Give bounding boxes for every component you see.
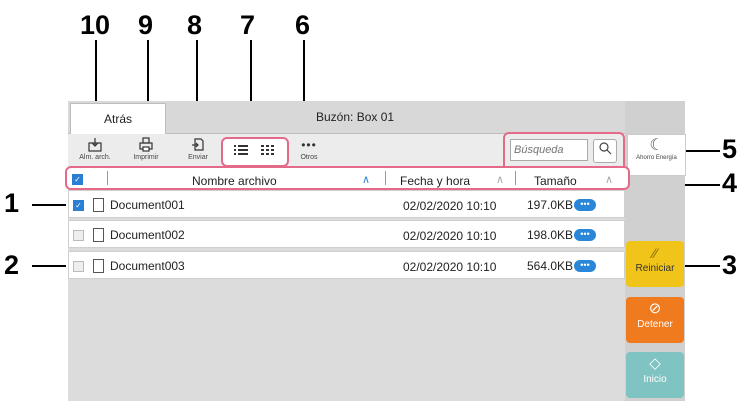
view-toggle-group	[221, 137, 289, 167]
others-label: Otros	[300, 154, 318, 161]
more-options-button[interactable]: •••	[574, 260, 596, 272]
stop-button[interactable]: ⊘ Detener	[626, 297, 684, 343]
header-separator	[515, 171, 516, 185]
more-options-button[interactable]: •••	[574, 229, 596, 241]
file-date: 02/02/2020 10:10	[403, 229, 497, 243]
sort-ascending-icon[interactable]: ∧	[362, 173, 370, 186]
print-button[interactable]: Imprimir	[121, 137, 171, 167]
document-icon	[93, 259, 104, 273]
row-checkbox[interactable]	[73, 230, 84, 241]
callout-9: 9	[138, 10, 154, 40]
back-tab[interactable]: Atrás	[70, 103, 166, 134]
callout-1: 1	[4, 188, 20, 218]
file-size: 564.0KB	[527, 259, 574, 273]
file-name: Document002	[110, 228, 185, 242]
file-size: 197.0KB	[527, 198, 574, 212]
file-date: 02/02/2020 10:10	[403, 199, 497, 213]
stop-icon: ⊘	[648, 300, 662, 317]
callout-4: 4	[722, 168, 738, 198]
column-date-header[interactable]: Fecha y hora	[400, 174, 470, 188]
callout-7: 7	[240, 10, 256, 40]
energy-saver-button[interactable]: ☾ Ahorro Energía	[627, 134, 686, 176]
search-icon	[598, 142, 612, 158]
leader-line-2	[32, 265, 66, 267]
send-button[interactable]: Enviar	[173, 137, 223, 167]
header-separator	[385, 171, 386, 185]
row-checkbox[interactable]	[73, 261, 84, 272]
callout-2: 2	[4, 250, 20, 280]
print-icon	[121, 137, 171, 153]
header-separator	[107, 171, 108, 185]
more-icon: •••	[301, 138, 317, 152]
print-label: Imprimir	[133, 154, 159, 161]
document-icon	[93, 228, 104, 242]
callout-6: 6	[295, 10, 311, 40]
store-file-icon	[70, 137, 120, 153]
table-row[interactable]: Document003 02/02/2020 10:10 564.0KB •••	[68, 251, 625, 279]
table-row[interactable]: ✓ Document001 02/02/2020 10:10 197.0KB •…	[68, 190, 625, 218]
start-icon: ◇	[649, 355, 661, 372]
callout-3: 3	[722, 250, 738, 280]
select-all-checkbox[interactable]: ✓	[72, 174, 83, 185]
start-button[interactable]: ◇ Inicio	[626, 352, 684, 398]
file-date: 02/02/2020 10:10	[403, 260, 497, 274]
callout-10: 10	[80, 10, 111, 40]
sort-date-icon[interactable]: ∧	[496, 173, 504, 186]
send-icon	[173, 137, 223, 153]
callout-8: 8	[187, 10, 203, 40]
column-name-header[interactable]: Nombre archivo	[192, 174, 277, 188]
search-button[interactable]	[593, 139, 617, 163]
box-title: Buzón: Box 01	[316, 110, 395, 124]
send-label: Enviar	[188, 154, 208, 161]
thumbnail-view-icon[interactable]	[258, 143, 278, 161]
file-name: Document001	[110, 198, 185, 212]
row-checkbox[interactable]: ✓	[73, 200, 84, 211]
file-name: Document003	[110, 259, 185, 273]
table-row[interactable]: Document002 02/02/2020 10:10 198.0KB •••	[68, 220, 625, 248]
reset-button[interactable]: ⁄⁄ Reiniciar	[626, 241, 684, 287]
leader-line-1	[32, 204, 66, 206]
document-icon	[93, 198, 104, 212]
moon-icon: ☾	[649, 137, 664, 154]
stop-label: Detener	[637, 319, 673, 330]
sort-size-icon[interactable]: ∧	[605, 173, 613, 186]
start-label: Inicio	[643, 374, 667, 385]
store-file-label: Alm. arch.	[79, 154, 111, 161]
callout-5: 5	[722, 134, 738, 164]
energy-saver-label: Ahorro Energía	[636, 155, 677, 161]
file-size: 198.0KB	[527, 228, 574, 242]
more-options-button[interactable]: •••	[574, 199, 596, 211]
store-file-button[interactable]: Alm. arch.	[70, 137, 120, 167]
column-size-header[interactable]: Tamaño	[534, 174, 577, 188]
others-button[interactable]: ••• Otros	[284, 137, 334, 167]
list-view-icon[interactable]	[231, 143, 251, 161]
search-input[interactable]	[510, 139, 588, 161]
reset-icon: ⁄⁄	[652, 245, 658, 261]
reset-label: Reiniciar	[635, 263, 675, 274]
